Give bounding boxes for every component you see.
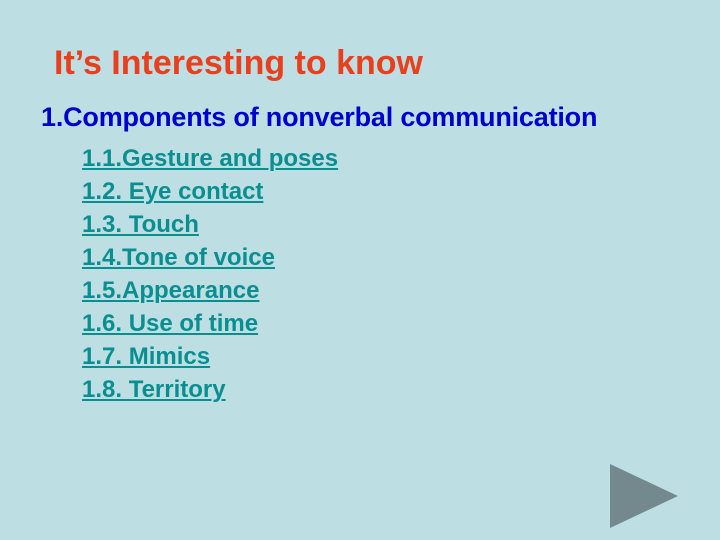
list-item-label: 1.5.Appearance [82, 277, 260, 304]
list-item[interactable]: 1.4.Tone of voice [0, 241, 720, 274]
outline-heading-level1: 1.Components of nonverbal communication [41, 102, 598, 132]
list-item[interactable]: 1.6. Use of time [0, 307, 720, 340]
list-item-label: 1.8. Territory [82, 376, 226, 403]
play-triangle-icon[interactable] [610, 464, 678, 528]
list-item[interactable]: 1.3. Touch [0, 208, 720, 241]
slide-canvas: It’s Interesting to know 1.Components of… [0, 0, 720, 540]
page-title: It’s Interesting to know [54, 43, 423, 82]
list-item-label: 1.7. Mimics [82, 343, 211, 370]
list-item-label: 1.6. Use of time [82, 310, 259, 337]
list-item[interactable]: 1.7. Mimics [0, 340, 720, 373]
list-item-label: 1.3. Touch [82, 211, 199, 238]
list-item-label: 1.1.Gesture and poses [82, 145, 339, 172]
list-item[interactable]: 1.5.Appearance [0, 274, 720, 307]
list-item[interactable]: 1.1.Gesture and poses [0, 142, 720, 175]
list-item-label: 1.4.Tone of voice [82, 244, 275, 271]
list-item[interactable]: 1.8. Territory [0, 373, 720, 406]
list-item[interactable]: 1.2. Eye contact [0, 175, 720, 208]
outline-sublist: 1.1.Gesture and poses 1.2. Eye contact 1… [0, 142, 720, 406]
list-item-label: 1.2. Eye contact [82, 178, 264, 205]
slide-body: 1.Components of nonverbal communication … [0, 100, 720, 406]
